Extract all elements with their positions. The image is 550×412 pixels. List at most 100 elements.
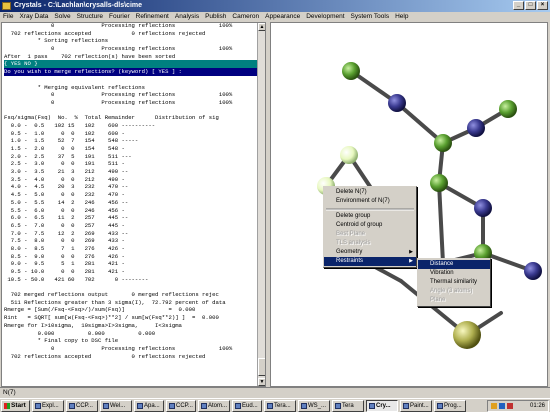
console-line: Do you wish to merge reflections? (keywo… [4,68,258,76]
start-button[interactable]: Start [1,400,30,412]
menu-centroid[interactable]: Centroid of group [324,221,416,230]
submenu-plane: Plane [430,297,446,303]
app-icon [2,2,11,10]
atom-carbon[interactable] [342,62,360,80]
taskbar-button-label: Expl... [42,403,59,409]
restraints-submenu: Distance Vibration Thermal similarity An… [417,258,491,307]
window-title: Crystals - C:\Lachlan\crysalls-dls\cime [14,2,142,9]
menu-xray-data[interactable]: Xray Data [16,12,51,22]
atom-carbon[interactable] [434,134,452,152]
menu-appearance[interactable]: Appearance [262,12,303,22]
console-output: 0 Processing reflections 100% 702 reflec… [4,23,258,376]
menu-structure[interactable]: Structure [74,12,106,22]
system-tray: 01:26 [487,400,549,412]
console-line: 1.0 - 1.5 52 7 154 548 ----- [4,137,139,145]
atom-selected[interactable] [340,146,358,164]
title-bar[interactable]: Crystals - C:\Lachlan\crysalls-dls\cime … [0,0,550,12]
atom-nitrogen[interactable] [388,94,406,112]
menu-bar: File Xray Data Solve Structure Fourier R… [0,12,550,22]
menu-file[interactable]: File [0,12,16,22]
atom-sulfur[interactable] [453,321,481,349]
taskbar-app-icon [69,403,75,409]
atom-nitrogen[interactable] [524,262,542,280]
taskbar-app-icon [201,403,207,409]
console-line: 9.5 - 10.0 0 0 281 421 - [4,268,125,275]
console-line: 10.5 - 50.0 421 60 702 0 -------- [4,275,149,283]
console-line: * Merging equivalent reflections [4,83,145,91]
console-line: 9.0 - 9.5 5 1 281 421 - [4,260,125,268]
console-line: 8.5 - 9.0 0 0 276 426 - [4,252,125,260]
menu-delete-group[interactable]: Delete group [324,212,416,221]
taskbar-button[interactable]: Eud... [232,400,262,412]
menu-geometry[interactable]: Geometry ▶ [324,248,416,257]
scroll-down-arrow-icon[interactable]: ▼ [258,378,265,386]
minimize-button[interactable]: _ [513,1,524,10]
taskbar-button[interactable]: Expl... [32,400,64,412]
text-console[interactable]: 0 Processing reflections 100% 702 reflec… [1,22,266,387]
taskbar-app-icon [169,403,175,409]
menu-tls-analysis: TLS analysis [336,240,371,246]
menu-environment[interactable]: Environment of N(7) [324,197,416,206]
status-bar: N(7) [0,387,550,398]
taskbar-button[interactable]: Tera [332,400,364,412]
structure-viewer[interactable]: Delete N(7) Environment of N(7) Delete g… [270,22,548,387]
taskbar-button[interactable]: Wel... [100,400,132,412]
taskbar-button[interactable]: Apa... [134,400,164,412]
start-label: Start [11,402,26,409]
atom-nitrogen[interactable] [467,119,485,137]
atom-nitrogen[interactable] [474,199,492,217]
console-line: 7.0 - 7.5 12 2 269 433 -- [4,229,129,237]
taskbar-app-icon [437,403,443,409]
submenu-vibration[interactable]: Vibration [418,269,490,278]
console-line: Fsq/sigma(Fsq) No. % Total Remainder Dis… [4,114,219,122]
console-line: * Sorting reflections [4,37,109,45]
taskbar-button[interactable]: Tera... [264,400,296,412]
taskbar-app-icon [335,403,341,409]
taskbar-button-label: Eud... [242,403,258,409]
atom-carbon[interactable] [499,100,517,118]
menu-publish[interactable]: Publish [202,12,229,22]
console-scrollbar[interactable]: ▲ ▼ [257,23,265,386]
taskbar: Start Expl... CCP... Wel... Apa... CCP... Ato… [0,398,550,412]
maximize-button[interactable]: □ [525,1,536,10]
tray-alert-icon[interactable] [507,403,513,409]
menu-system-tools[interactable]: System Tools [348,12,393,22]
menu-cameron[interactable]: Cameron [229,12,262,22]
scroll-up-arrow-icon[interactable]: ▲ [258,23,265,31]
menu-analysis[interactable]: Analysis [172,12,202,22]
crystals-window: Crystals - C:\Lachlan\crysalls-dls\cime … [0,0,550,398]
console-line: 7.5 - 8.0 0 0 269 433 - [4,237,125,245]
taskbar-button[interactable]: Paint... [400,400,432,412]
console-line: 0.0 - 0.5 102 15 102 600 ---------- [4,121,156,129]
taskbar-app-icon [267,403,273,409]
atom-carbon[interactable] [430,174,448,192]
menu-restraints[interactable]: Restraints ▶ [324,257,416,266]
taskbar-button[interactable]: Cry... [366,400,398,412]
taskbar-button[interactable]: Atom... [198,400,230,412]
taskbar-button-label: Prog... [444,403,462,409]
console-line: 3.0 - 3.5 21 3 212 490 -- [4,168,129,176]
submenu-thermal-similarity[interactable]: Thermal similarity [418,278,490,287]
menu-delete-atom[interactable]: Delete N(7) [324,188,416,197]
menu-help[interactable]: Help [392,12,411,22]
console-line: { YES NO } [4,60,258,69]
submenu-distance[interactable]: Distance [418,260,490,269]
taskbar-button[interactable]: WS_... [298,400,330,412]
taskbar-button[interactable]: CCP... [66,400,98,412]
menu-development[interactable]: Development [303,12,347,22]
taskbar-button-label: CCP... [176,403,193,409]
menu-solve[interactable]: Solve [51,12,73,22]
tray-network-icon[interactable] [491,403,497,409]
scroll-thumb[interactable] [258,358,265,376]
taskbar-button[interactable]: CCP... [166,400,196,412]
menu-refinement[interactable]: Refinement [133,12,172,22]
menu-separator [326,208,414,211]
taskbar-button-label: Atom... [208,403,228,409]
menu-fourier[interactable]: Fourier [106,12,133,22]
tray-app-icon[interactable] [499,403,505,409]
close-button[interactable]: × [537,1,548,10]
menu-best-plane: Best Plane [336,231,366,237]
taskbar-button[interactable]: Prog... [434,400,466,412]
